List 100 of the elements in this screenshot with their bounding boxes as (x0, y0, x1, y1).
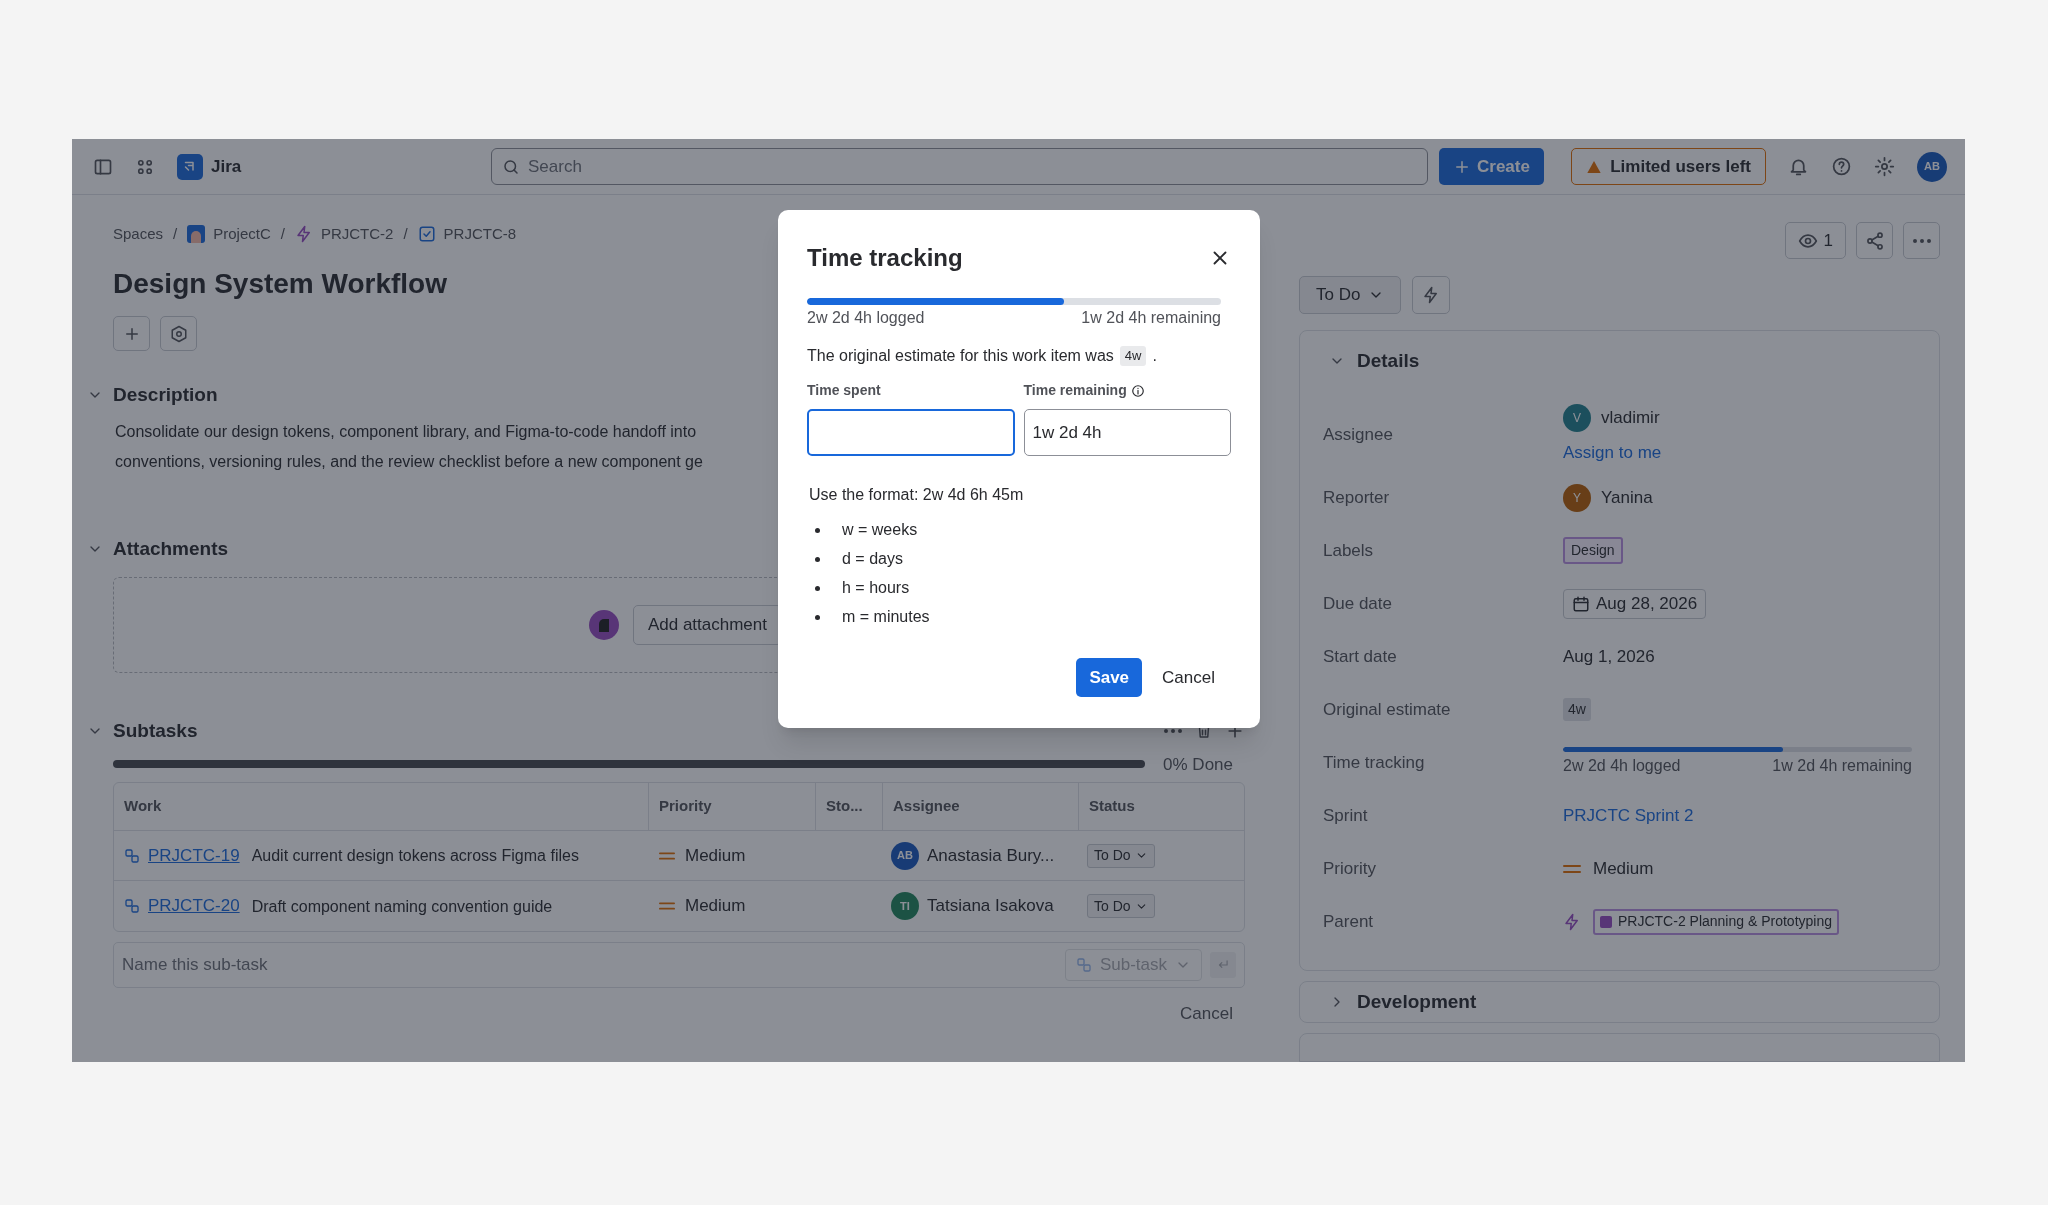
more-button[interactable] (1903, 222, 1940, 259)
logged-text: 2w 2d 4h logged (807, 308, 925, 328)
sprint-link[interactable]: PRJCTC Sprint 2 (1563, 802, 1694, 829)
limited-users-button[interactable]: Limited users left (1571, 148, 1766, 185)
field-label: Time spent (807, 381, 881, 400)
description-text: conventions, versioning rules, and the review checklist before a new component ge (115, 451, 704, 472)
lightning-icon (294, 225, 313, 243)
share-button[interactable] (1856, 222, 1893, 259)
automation-button[interactable] (1412, 276, 1451, 314)
column-header[interactable]: Priority (649, 783, 816, 830)
status-dropdown[interactable]: To Do (1087, 894, 1155, 918)
cancel-button[interactable]: Cancel (1168, 998, 1245, 1030)
issue-key-link[interactable]: PRJCTC-20 (148, 893, 240, 919)
user-name: vladimir (1601, 406, 1660, 429)
assign-to-me-link[interactable]: Assign to me (1563, 439, 1662, 465)
settings-icon[interactable] (1874, 156, 1895, 177)
issue-key-link[interactable]: PRJCTC-19 (148, 842, 240, 869)
unit-text: d = days (842, 549, 903, 569)
section-heading: Details (1357, 349, 1420, 373)
user-avatar: TI (891, 892, 919, 920)
apps-button[interactable] (160, 316, 197, 351)
cancel-button[interactable]: Cancel (1156, 658, 1221, 697)
search-icon (502, 158, 520, 176)
field-label: Start date (1323, 645, 1398, 668)
due-date-field[interactable]: Aug 28, 2026 (1563, 588, 1707, 619)
status-dropdown[interactable]: To Do (1087, 843, 1155, 868)
share-icon (1864, 230, 1885, 251)
unit-text: m = minutes (842, 607, 930, 627)
column-header[interactable]: Sto... (816, 783, 883, 830)
remaining-text: 1w 2d 4h remaining (1081, 308, 1221, 328)
field-label: Parent (1323, 910, 1375, 933)
bullet-icon (815, 527, 820, 533)
column-header[interactable]: Work (114, 783, 649, 830)
breadcrumb-separator: / (172, 223, 179, 244)
bullet-icon (815, 556, 820, 562)
field-label: Original estimate (1323, 698, 1452, 721)
field-label: Priority (1323, 857, 1377, 880)
estimate-chip: 4w (1119, 346, 1147, 366)
field-value: Aug 1, 2026 (1563, 645, 1655, 668)
assignee-name: Tatsiana Isakova (927, 895, 1054, 918)
field-label: Due date (1323, 592, 1393, 615)
priority-text: Medium (1593, 857, 1654, 880)
attachment-avatar-icon (588, 610, 619, 640)
subtask-icon (124, 898, 140, 914)
help-icon[interactable] (1831, 156, 1852, 177)
field-label: Time remaining (1023, 381, 1127, 400)
column-header[interactable]: Status (1079, 783, 1244, 830)
column-header[interactable]: Assignee (883, 783, 1079, 830)
parent-link[interactable]: PRJCTC-2 Planning & Prototyping (1593, 908, 1839, 935)
product-logo[interactable]: Jira (177, 153, 242, 180)
user-avatar[interactable]: AB (1917, 151, 1947, 182)
subtask-icon (1075, 957, 1092, 973)
search-field[interactable]: Search (491, 148, 1428, 185)
breadcrumb-link[interactable]: PRJCTC-2 (294, 222, 394, 246)
dialog-title: Time tracking (807, 243, 963, 273)
breadcrumb-separator: / (402, 223, 409, 244)
calendar-icon (1572, 594, 1590, 613)
field-label: Time tracking (1323, 751, 1426, 774)
assignee-name: Anastasia Bury... (927, 844, 1055, 867)
section-heading: Subtasks (113, 719, 198, 743)
priority-text: Medium (685, 844, 746, 867)
breadcrumb-link[interactable]: PRJCTC-8 (417, 222, 517, 246)
section-heading: Description (113, 383, 218, 407)
time-input[interactable] (807, 409, 1015, 456)
priority-icon (659, 851, 675, 860)
user-name: Yanina (1601, 486, 1653, 509)
user-avatar: AB (891, 841, 919, 870)
bullet-icon (815, 585, 820, 591)
user-avatar: Y (1563, 483, 1591, 512)
lightning-icon (1563, 912, 1581, 931)
create-button[interactable]: Create (1439, 148, 1544, 185)
section-heading: Development (1357, 989, 1477, 1014)
label-tag[interactable]: Design (1563, 537, 1623, 564)
priority-icon (659, 902, 675, 910)
logged-text: 2w 2d 4h logged (1563, 756, 1681, 776)
estimate-chip: 4w (1563, 698, 1591, 721)
status-button[interactable]: To Do (1299, 276, 1402, 314)
add-button[interactable] (113, 316, 150, 351)
breadcrumb-link[interactable]: ProjectC (187, 222, 271, 246)
time-input[interactable]: 1w 2d 4h (1023, 409, 1231, 456)
breadcrumb-separator: / (279, 223, 286, 244)
issue-title: Design System Workflow (113, 267, 447, 301)
format-hint: Use the format: 2w 4d 6h 45m (808, 485, 1025, 505)
summary-text: Audit current design tokens across Figma files (251, 846, 579, 865)
section-heading: Attachments (113, 536, 229, 561)
project-icon (187, 225, 206, 243)
unit-text: w = weeks (842, 520, 918, 540)
field-label: Labels (1323, 539, 1375, 562)
priority-text: Medium (685, 895, 746, 918)
save-button[interactable]: Save (1076, 658, 1143, 697)
unit-text: h = hours (842, 578, 910, 598)
info-icon[interactable] (1130, 383, 1145, 398)
breadcrumb-link[interactable]: Spaces (113, 222, 164, 246)
more-icon (1911, 238, 1932, 243)
progress-label: 0% Done (1163, 753, 1234, 776)
field-label: Sprint (1323, 804, 1369, 827)
watchers-button[interactable]: 1 (1784, 222, 1846, 259)
more-icon[interactable] (1163, 729, 1183, 734)
field-label: Reporter (1323, 486, 1391, 509)
description-text: Consolidate our design tokens, component library, and Figma-to-code handoff into (115, 421, 698, 442)
